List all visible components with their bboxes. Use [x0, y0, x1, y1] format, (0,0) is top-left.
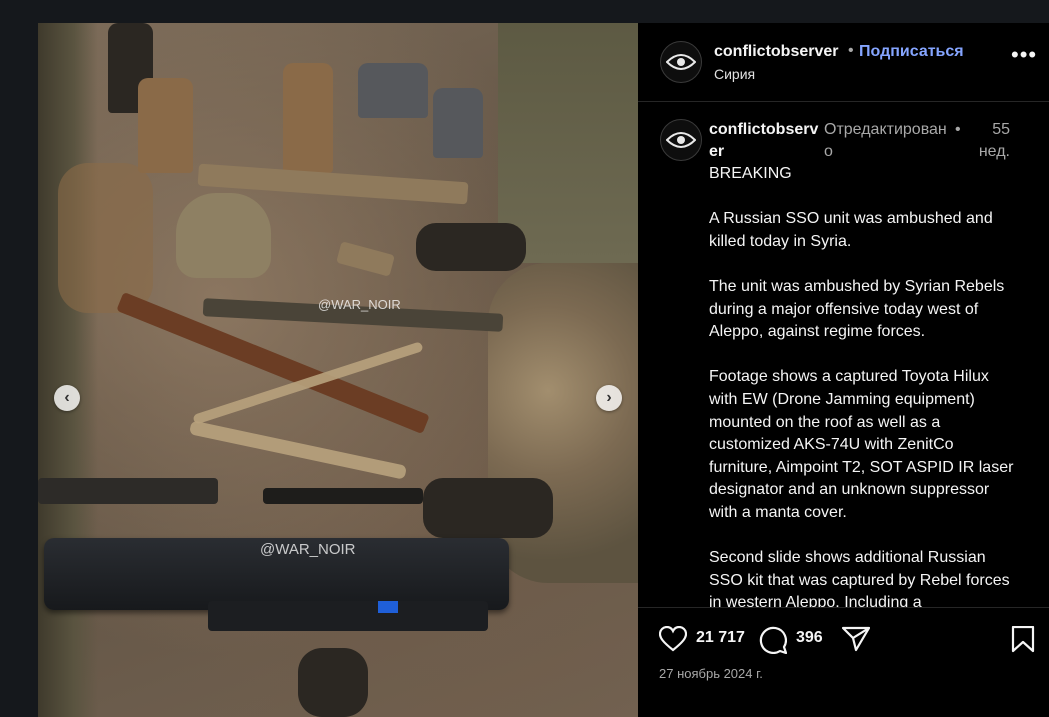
caption-username[interactable]: conflictobserver [709, 119, 819, 163]
share-button[interactable] [841, 626, 871, 657]
post-panel: conflictobserver • Подписаться Сирия •••… [638, 23, 1049, 717]
caption-text: BREAKING A Russian SSO unit was ambushed… [709, 165, 1014, 607]
save-button[interactable] [1011, 625, 1035, 658]
header-username[interactable]: conflictobserver [714, 43, 838, 61]
watermark: @WAR_NOIR [260, 541, 356, 558]
comments-count[interactable]: 396 [796, 629, 823, 647]
paper-plane-icon [841, 626, 871, 652]
chevron-right-icon: › [606, 389, 612, 406]
jammer-grip [208, 601, 488, 631]
boot [58, 163, 153, 313]
bookmark-icon [1011, 625, 1035, 653]
eye-logo-icon [666, 54, 696, 70]
jammer-trigger [378, 601, 398, 613]
scope [263, 488, 423, 504]
avatar[interactable] [660, 41, 702, 83]
likes-count[interactable]: 21 717 [696, 629, 745, 647]
heart-icon [658, 625, 688, 652]
boot [416, 223, 526, 271]
chevron-left-icon: ‹ [64, 389, 70, 406]
boot [283, 63, 333, 173]
pistol [336, 241, 395, 277]
more-options-button[interactable]: ••• [1011, 44, 1037, 66]
post-date[interactable]: 27 ноябрь 2024 г. [659, 666, 763, 681]
separator-dot: • [848, 42, 854, 59]
more-icon: ••• [1011, 42, 1038, 67]
comment-button[interactable] [759, 626, 788, 659]
boot [298, 648, 368, 717]
boot [423, 478, 553, 538]
next-slide-button[interactable]: › [596, 385, 622, 411]
location-link[interactable]: Сирия [714, 66, 755, 82]
previous-slide-button[interactable]: ‹ [54, 385, 80, 411]
follow-button[interactable]: Подписаться [859, 43, 964, 61]
rifle [38, 478, 218, 504]
watermark: @WAR_NOIR [318, 297, 401, 312]
caption-avatar[interactable] [660, 119, 702, 161]
separator-dot: • [955, 121, 961, 138]
divider [638, 607, 1049, 608]
strap [188, 420, 408, 480]
helmet [176, 193, 271, 278]
caption-section[interactable]: conflictobserver Отредактировано • 55 не… [638, 102, 1049, 607]
post-image[interactable]: @WAR_NOIR @WAR_NOIR ‹ › [38, 23, 638, 717]
soldier-left [38, 23, 98, 717]
eye-logo-icon [666, 132, 696, 148]
boot [138, 78, 193, 173]
post-time[interactable]: 55 нед. [965, 119, 1010, 163]
comment-icon [759, 626, 788, 655]
post-header: conflictobserver • Подписаться Сирия ••• [638, 23, 1049, 102]
edited-label: Отредактировано [824, 121, 947, 160]
boot [433, 88, 483, 158]
boot [358, 63, 428, 118]
like-button[interactable] [658, 625, 688, 657]
